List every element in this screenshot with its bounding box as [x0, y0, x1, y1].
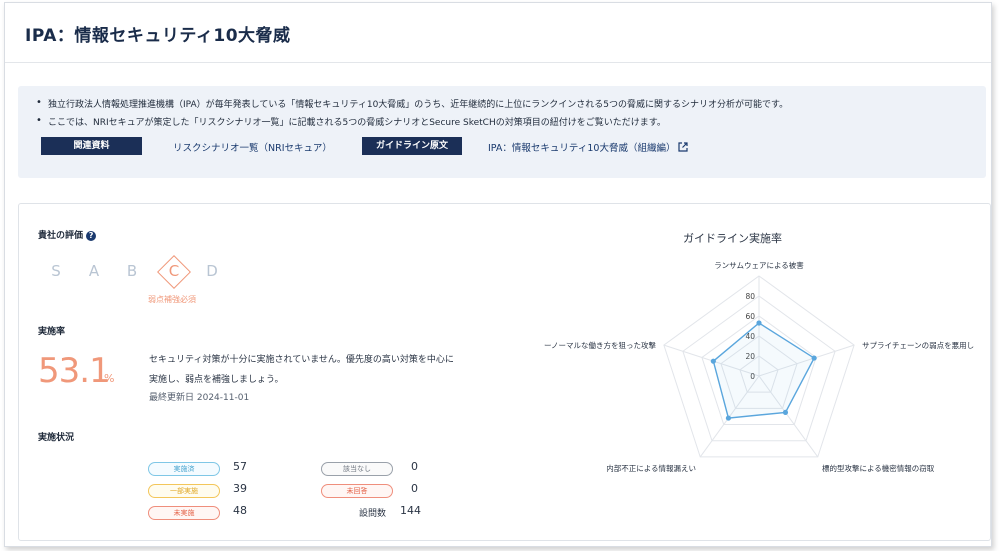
guideline-source-tag: ガイドライン原文 — [362, 137, 462, 155]
external-link-icon — [678, 142, 689, 152]
radar-axis-label: サプライチェーンの弱点を悪用し — [862, 341, 974, 350]
ipa-guideline-link[interactable]: IPA：情報セキュリティ10大脅威（組織編） — [488, 140, 689, 154]
status-count-partial: 39 — [233, 482, 247, 495]
status-count-unanswered: 0 — [411, 482, 418, 495]
grade-d: D — [206, 262, 218, 280]
chart-title: ガイドライン実施率 — [683, 232, 782, 245]
rate-unit: % — [104, 372, 115, 385]
radar-axis-label: ランサムウェアによる被害 — [714, 260, 804, 270]
help-icon[interactable]: ? — [86, 231, 97, 241]
grade-b: B — [126, 262, 138, 280]
questions-count: 144 — [400, 504, 421, 517]
app-window: IPA：情報セキュリティ10大脅威 • 独立行政法人情報処理推進機構（IPA）が… — [4, 2, 992, 547]
bullet: • — [36, 97, 42, 108]
status-pill-na: 該当なし — [321, 462, 393, 476]
radar-chart: 020406080 ランサムウェアによる被害サプライチェーンの弱点を悪用し標的型… — [544, 260, 974, 473]
status-count-not-done: 48 — [233, 504, 247, 517]
status-count-done: 57 — [233, 460, 247, 473]
status-pill-unanswered: 未回答 — [321, 484, 393, 498]
evaluation-card: 貴社の評価? S A B C D 弱点補強必須 実施率 53.1 % セキュリテ… — [18, 203, 991, 541]
info-panel: • 独立行政法人情報処理推進機構（IPA）が毎年発表している「情報セキュリティ1… — [18, 86, 986, 178]
evaluation-label-text: 貴社の評価 — [38, 231, 84, 241]
radar-point — [756, 320, 762, 326]
radar-axis-label: ーノーマルな働き方を狙った攻撃 — [544, 340, 657, 350]
rate-message: セキュリティ対策が十分に実施されていません。優先度の高い対策を中心に 実施し、弱… — [149, 350, 499, 390]
ipa-guideline-link-label: IPA：情報セキュリティ10大脅威（組織編） — [488, 143, 676, 154]
radar-tick-label: 60 — [745, 312, 755, 321]
status-pill-not-done: 未実施 — [148, 506, 220, 520]
grade-c: C — [168, 262, 180, 280]
page-title: IPA：情報セキュリティ10大脅威 — [25, 26, 291, 46]
status-label: 実施状況 — [38, 433, 75, 443]
rate-label: 実施率 — [38, 327, 66, 337]
risk-scenario-link[interactable]: リスクシナリオ一覧（NRIセキュア） — [173, 140, 332, 154]
status-pill-partial: 一部実施 — [148, 484, 220, 498]
radar-axis-label: 内部不正による情報漏えい — [606, 463, 696, 473]
info-line-2: • ここでは、NRIセキュアが策定した「リスクシナリオ一覧」に記載される5つの脅… — [36, 115, 666, 128]
questions-label: 設問数 — [359, 509, 387, 519]
related-docs-tag: 関連資料 — [41, 137, 142, 155]
rate-message-line-1: セキュリティ対策が十分に実施されていません。優先度の高い対策を中心に — [149, 355, 454, 365]
info-text-2: ここでは、NRIセキュアが策定した「リスクシナリオ一覧」に記載される5つの脅威シ… — [48, 118, 666, 128]
radar-series-line — [712, 322, 816, 419]
grade-s: S — [51, 262, 61, 280]
info-text-1: 独立行政法人情報処理推進機構（IPA）が毎年発表している「情報セキュリティ10大… — [48, 100, 789, 110]
status-pill-done: 実施済 — [148, 462, 220, 476]
rate-message-line-2: 実施し、弱点を補強しましょう。 — [149, 375, 284, 385]
radar-axis-label: 標的型攻撃による機密情報の窃取 — [822, 463, 935, 473]
info-line-1: • 独立行政法人情報処理推進機構（IPA）が毎年発表している「情報セキュリティ1… — [36, 97, 789, 110]
radar-tick-label: 80 — [745, 292, 755, 301]
page-header: IPA：情報セキュリティ10大脅威 — [5, 3, 991, 63]
grade-a: A — [88, 262, 100, 280]
radar-point — [811, 355, 817, 361]
radar-point — [710, 358, 716, 364]
radar-point — [725, 415, 732, 421]
bullet: • — [36, 115, 42, 126]
evaluation-label: 貴社の評価? — [38, 228, 97, 241]
status-count-na: 0 — [411, 460, 418, 473]
rate-value: 53.1 — [38, 351, 111, 391]
grade-note: 弱点補強必須 — [148, 295, 196, 304]
radar-point — [782, 409, 789, 416]
last-updated: 最終更新日 2024-11-01 — [149, 393, 250, 403]
